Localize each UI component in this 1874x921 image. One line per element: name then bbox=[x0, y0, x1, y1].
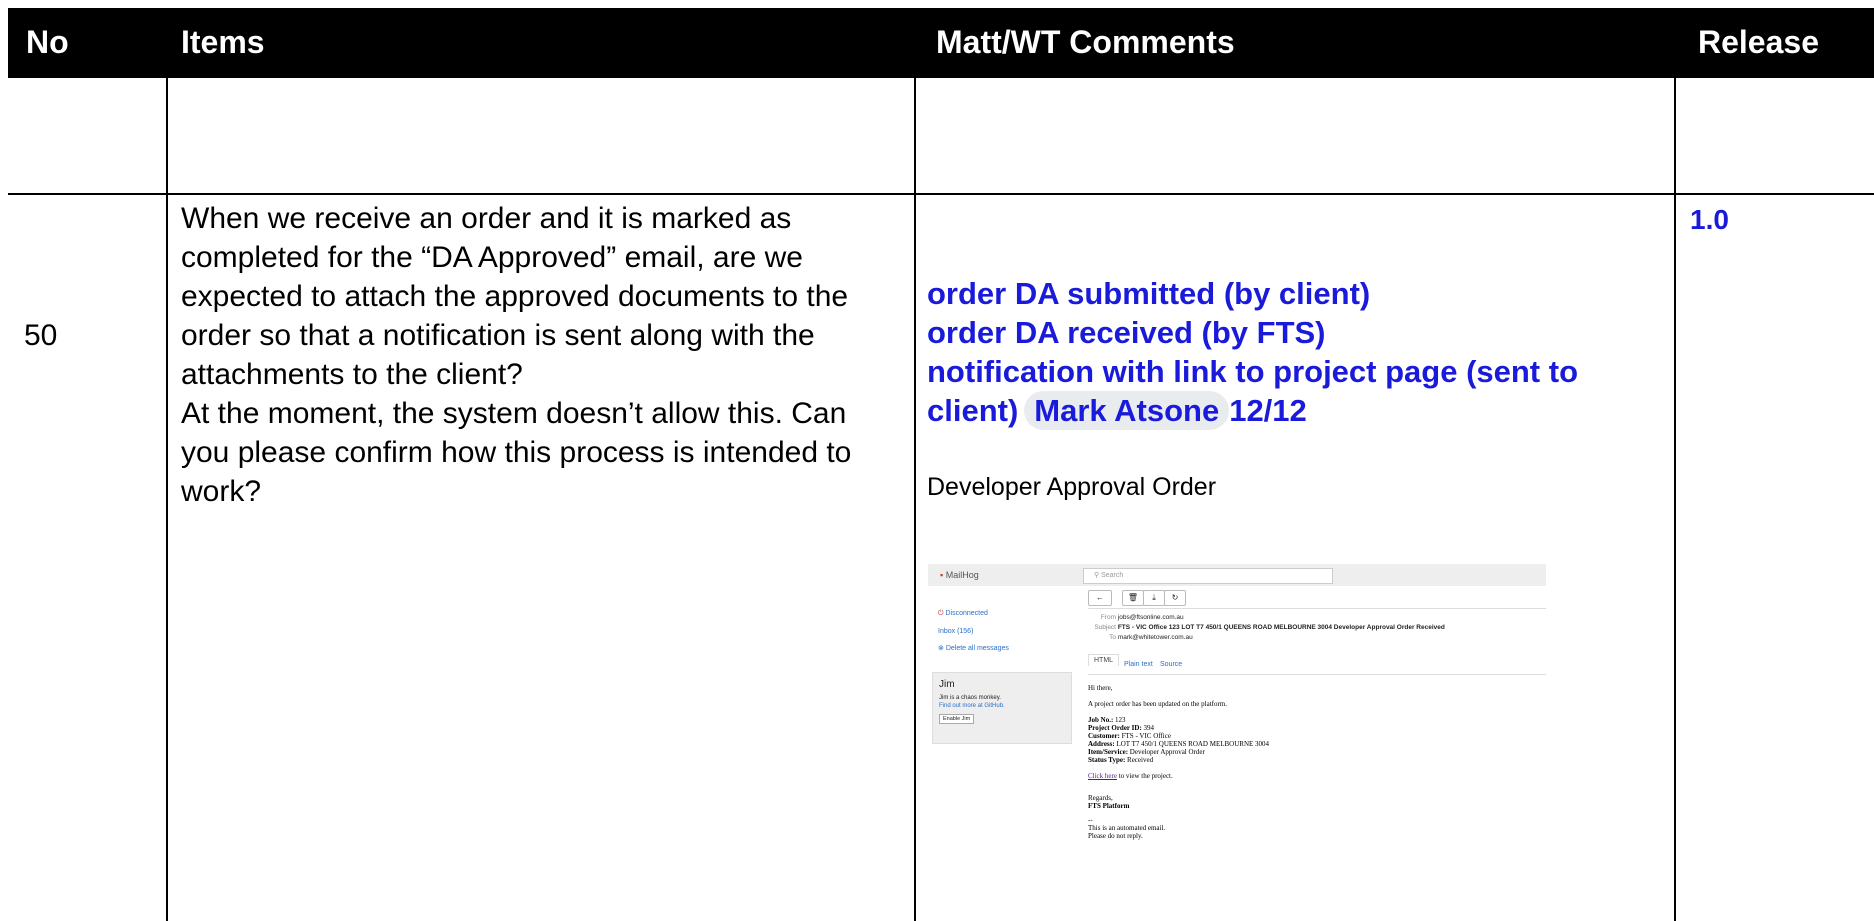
comment-line: order DA submitted (by client) bbox=[927, 276, 1371, 311]
logo-text: MailHog bbox=[945, 570, 979, 580]
comment-date: 12/12 bbox=[1229, 393, 1307, 428]
field-value: 123 bbox=[1115, 716, 1126, 724]
release-value: 1.0 bbox=[1690, 204, 1729, 235]
comment-text: client) bbox=[927, 393, 1019, 428]
field-value: LOT T7 450/1 QUEENS ROAD MELBOURNE 3004 bbox=[1116, 740, 1270, 748]
refresh-icon[interactable]: ↻ bbox=[1164, 590, 1186, 606]
tab-plain-text[interactable]: Plain text bbox=[1124, 661, 1153, 668]
field-label: Item/Service: bbox=[1088, 748, 1129, 756]
comment-status-lines: order DA submitted (by client) order DA … bbox=[927, 274, 1578, 430]
header-no: No bbox=[26, 24, 69, 60]
comments-table: No Items Matt/WT Comments Release 50 Whe… bbox=[0, 0, 1874, 921]
row-divider bbox=[8, 193, 1874, 195]
tabs-divider bbox=[1088, 674, 1546, 675]
link-suffix: to view the project. bbox=[1118, 772, 1173, 780]
table-header-row: No Items Matt/WT Comments Release bbox=[8, 8, 1874, 78]
subject-row: Subject FTS - VIC Office 123 LOT T7 450/… bbox=[1088, 624, 1445, 631]
mailhog-screenshot: ▪ MailHog ⚲ Search ← 🗑 ⤓ ↻ ⏻ Disconnecte… bbox=[928, 564, 1546, 864]
inbox-link[interactable]: Inbox (156) bbox=[938, 628, 973, 635]
mention-name: Mark Atsone bbox=[1034, 393, 1220, 428]
delete-all-link[interactable]: ⊗ Delete all messages bbox=[938, 644, 1009, 652]
to-label: To bbox=[1109, 634, 1116, 641]
power-icon: ⏻ bbox=[938, 610, 944, 617]
item-line: At the moment, the system doesn’t allow … bbox=[181, 397, 847, 430]
item-text: When we receive an order and it is marke… bbox=[181, 199, 851, 511]
mailhog-logo: ▪ MailHog bbox=[940, 570, 979, 580]
subject-label: Subject bbox=[1094, 624, 1116, 631]
to-row: To mark@whitetower.com.au bbox=[1088, 634, 1193, 641]
field-value: Developer Approval Order bbox=[1129, 748, 1205, 756]
field-row: Job No.: 123 bbox=[1088, 716, 1269, 724]
to-value: mark@whitetower.com.au bbox=[1117, 634, 1193, 641]
field-row: Status Type: Received bbox=[1088, 756, 1269, 764]
intro: A project order has been updated on the … bbox=[1088, 700, 1227, 708]
click-here-link[interactable]: Click here bbox=[1088, 772, 1117, 780]
delete-circle-icon: ⊗ bbox=[938, 645, 944, 652]
field-label: Address: bbox=[1088, 740, 1115, 748]
greeting: Hi there, bbox=[1088, 684, 1113, 692]
field-value: FTS - VIC Office bbox=[1121, 732, 1171, 740]
comment-line: order DA received (by FTS) bbox=[927, 315, 1326, 350]
item-line: expected to attach the approved document… bbox=[181, 280, 849, 313]
search-input[interactable]: ⚲ Search bbox=[1083, 568, 1333, 584]
field-value: 394 bbox=[1143, 724, 1155, 732]
footer-line: This is an automated email. bbox=[1088, 824, 1166, 832]
jim-title: Jim bbox=[939, 679, 955, 690]
comment-line: client) Mark Atsone 12/12 bbox=[927, 391, 1578, 430]
jim-link[interactable]: Find out more at GitHub. bbox=[939, 703, 1005, 709]
pig-icon: ▪ bbox=[940, 570, 944, 580]
from-label: From bbox=[1100, 614, 1116, 621]
back-button[interactable]: ← bbox=[1088, 590, 1112, 606]
from-row: From jobs@ftsonline.com.au bbox=[1088, 614, 1184, 621]
regards: Regards, bbox=[1088, 794, 1113, 802]
header-items: Items bbox=[181, 24, 265, 60]
col-divider bbox=[166, 78, 168, 921]
delete-icon[interactable]: 🗑 bbox=[1122, 590, 1144, 606]
comment-plain: Developer Approval Order bbox=[927, 473, 1217, 501]
jim-desc: Jim is a chaos monkey. bbox=[939, 695, 1001, 701]
comment-line: notification with link to project page (… bbox=[927, 354, 1578, 389]
search-placeholder: Search bbox=[1101, 572, 1124, 579]
jim-panel: Jim Jim is a chaos monkey. Find out more… bbox=[932, 672, 1072, 744]
col-divider bbox=[914, 78, 916, 921]
signature: FTS Platform bbox=[1088, 802, 1130, 810]
subject-value: FTS - VIC Office 123 LOT T7 450/1 QUEENS… bbox=[1117, 624, 1445, 631]
field-row: Project Order ID: 394 bbox=[1088, 724, 1269, 732]
row-number: 50 bbox=[24, 319, 58, 352]
disconnected-status: ⏻ Disconnected bbox=[938, 610, 988, 618]
item-line: completed for the “DA Approved” email, a… bbox=[181, 241, 803, 274]
field-value: Received bbox=[1127, 756, 1154, 764]
header-comments: Matt/WT Comments bbox=[936, 24, 1235, 60]
field-label: Status Type: bbox=[1088, 756, 1126, 764]
footer-line: Please do not reply. bbox=[1088, 832, 1143, 840]
col-divider bbox=[1674, 78, 1676, 921]
divider bbox=[1088, 608, 1546, 609]
item-line: attachments to the client? bbox=[181, 358, 523, 391]
field-label: Project Order ID: bbox=[1088, 724, 1142, 732]
header-release: Release bbox=[1698, 24, 1819, 60]
item-line: work? bbox=[181, 475, 262, 508]
field-row: Item/Service: Developer Approval Order bbox=[1088, 748, 1269, 756]
tab-source[interactable]: Source bbox=[1160, 661, 1182, 668]
field-row: Customer: FTS - VIC Office bbox=[1088, 732, 1269, 740]
field-label: Job No.: bbox=[1088, 716, 1114, 724]
user-mention-chip[interactable]: Mark Atsone bbox=[1024, 391, 1230, 430]
separator: -- bbox=[1088, 816, 1093, 824]
status-text: Disconnected bbox=[945, 610, 988, 617]
delete-all-text: Delete all messages bbox=[945, 645, 1009, 652]
enable-jim-button[interactable]: Enable Jim bbox=[939, 714, 975, 724]
download-icon[interactable]: ⤓ bbox=[1143, 590, 1165, 606]
field-row: Address: LOT T7 450/1 QUEENS ROAD MELBOU… bbox=[1088, 740, 1269, 748]
email-body: Hi there, A project order has been updat… bbox=[1088, 684, 1269, 840]
tab-html[interactable]: HTML bbox=[1088, 654, 1120, 666]
item-line: order so that a notification is sent alo… bbox=[181, 319, 815, 352]
field-label: Customer: bbox=[1088, 732, 1120, 740]
link-row: Click here to view the project. bbox=[1088, 772, 1269, 780]
from-value: jobs@ftsonline.com.au bbox=[1117, 614, 1184, 621]
item-line: When we receive an order and it is marke… bbox=[181, 202, 792, 235]
item-line: you please confirm how this process is i… bbox=[181, 436, 852, 469]
